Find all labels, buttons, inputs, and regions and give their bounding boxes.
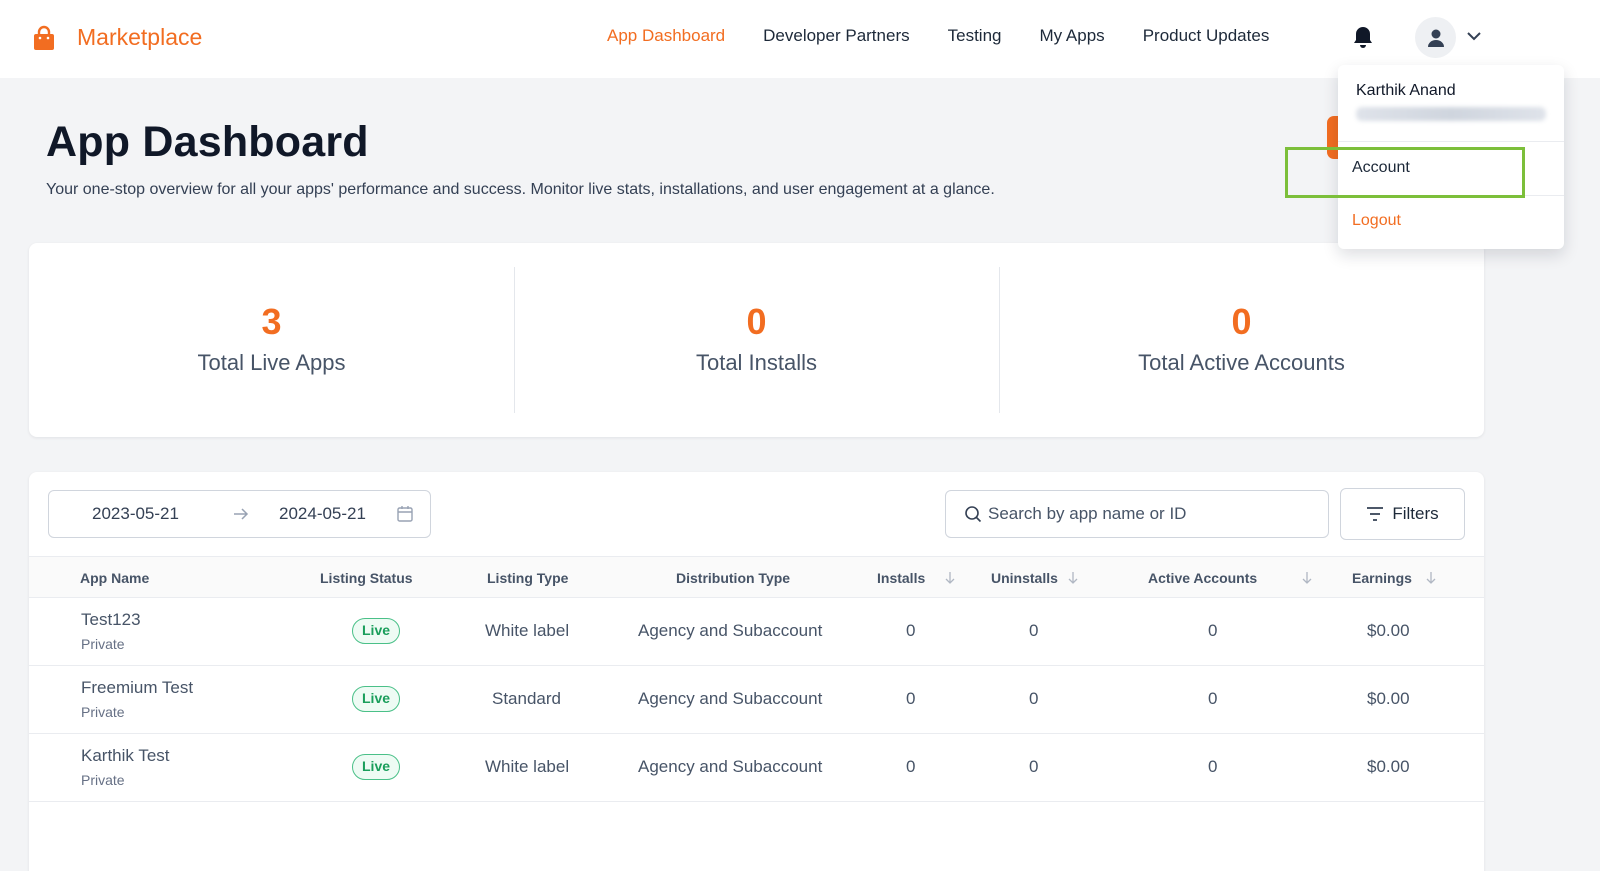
filters-button[interactable]: Filters [1340,488,1465,540]
col-listing-status: Listing Status [320,570,413,586]
nav-product-updates[interactable]: Product Updates [1143,26,1270,46]
earnings-value: $0.00 [1367,757,1410,776]
highlight-box [1285,147,1525,198]
stat-value: 0 [746,301,767,342]
stat-total-live-apps: 3 Total Live Apps [29,243,514,437]
installs-value: 0 [906,757,916,776]
bell-icon[interactable] [1351,24,1375,50]
status-badge: Live [352,618,401,644]
user-icon [1427,29,1444,47]
user-email-redacted [1356,107,1546,121]
app-name[interactable]: Freemium Test [81,678,193,698]
shopping-bag-icon [34,25,54,50]
col-active-accounts[interactable]: Active Accounts [1148,570,1257,586]
distribution-type: Agency and Subaccount [638,621,823,640]
stat-label: Total Installs [695,350,818,375]
page-subtitle: Your one-stop overview for all your apps… [46,181,995,198]
divider [1338,141,1564,142]
listing-type: Standard [492,689,561,708]
table-row[interactable]: Karthik Test Private Live White label Ag… [29,734,1484,802]
date-range-picker[interactable]: 2023-05-21 2024-05-21 [48,490,431,538]
arrow-down-icon[interactable] [1425,571,1437,585]
status-badge: Live [352,754,401,780]
stat-label: Total Live Apps [197,350,346,375]
col-earnings[interactable]: Earnings [1352,570,1412,586]
stat-total-active-accounts: 0 Total Active Accounts [999,243,1484,437]
arrow-down-icon[interactable] [944,571,956,585]
arrow-down-icon[interactable] [1067,571,1079,585]
stat-total-installs: 0 Total Installs [514,243,999,437]
nav-my-apps[interactable]: My Apps [1039,26,1104,46]
user-name: Karthik Anand [1356,82,1456,99]
chevron-down-icon[interactable] [1466,30,1482,42]
col-uninstalls[interactable]: Uninstalls [991,570,1058,586]
listing-type: White label [485,621,570,640]
search-box[interactable] [945,490,1329,538]
stat-value: 3 [261,301,282,342]
arrow-down-icon[interactable] [1301,571,1313,585]
listing-type: White label [485,757,570,776]
brand[interactable]: Marketplace [31,24,202,51]
active-accounts-value: 0 [1208,689,1218,708]
nav-testing[interactable]: Testing [948,26,1002,46]
uninstalls-value: 0 [1029,757,1039,776]
search-input[interactable] [988,504,1318,524]
distribution-type: Agency and Subaccount [638,757,823,776]
col-listing-type: Listing Type [487,570,569,586]
calendar-icon [397,506,413,522]
app-name[interactable]: Test123 [81,610,141,630]
installs-value: 0 [906,689,916,708]
uninstalls-value: 0 [1029,689,1039,708]
table-row[interactable]: Test123 Private Live White label Agency … [29,598,1484,666]
stat-value: 0 [1231,301,1252,342]
installs-value: 0 [906,621,916,640]
apps-table-card: 2023-05-21 2024-05-21 Filters App Name L… [29,472,1484,871]
filter-icon [1367,507,1384,521]
app-visibility: Private [81,636,125,652]
nav-app-dashboard[interactable]: App Dashboard [607,26,725,46]
earnings-value: $0.00 [1367,689,1410,708]
earnings-value: $0.00 [1367,621,1410,640]
main-nav: App Dashboard Developer Partners Testing… [607,26,1307,46]
active-accounts-value: 0 [1208,621,1218,640]
stat-label: Total Active Accounts [1138,350,1345,375]
arrow-right-icon [234,508,249,520]
uninstalls-value: 0 [1029,621,1039,640]
active-accounts-value: 0 [1208,757,1218,776]
page-title: App Dashboard [46,118,369,166]
menu-item-logout[interactable]: Logout [1352,212,1401,230]
app-name[interactable]: Karthik Test [81,746,170,766]
table-header: App Name Listing Status Listing Type Dis… [29,556,1484,598]
brand-label: Marketplace [77,24,203,50]
date-start[interactable]: 2023-05-21 [92,504,179,524]
table-row[interactable]: Freemium Test Private Live Standard Agen… [29,666,1484,734]
distribution-type: Agency and Subaccount [638,689,823,708]
nav-developer-partners[interactable]: Developer Partners [763,26,909,46]
app-visibility: Private [81,772,125,788]
status-badge: Live [352,686,401,712]
col-installs[interactable]: Installs [877,570,925,586]
col-distribution-type: Distribution Type [676,570,791,586]
stats-card: 3 Total Live Apps 0 Total Installs 0 Tot… [29,243,1484,437]
date-end[interactable]: 2024-05-21 [279,504,366,524]
col-app-name: App Name [80,570,150,586]
avatar[interactable] [1415,17,1456,58]
filters-label: Filters [1392,504,1439,523]
app-visibility: Private [81,704,125,720]
search-icon [965,506,982,523]
